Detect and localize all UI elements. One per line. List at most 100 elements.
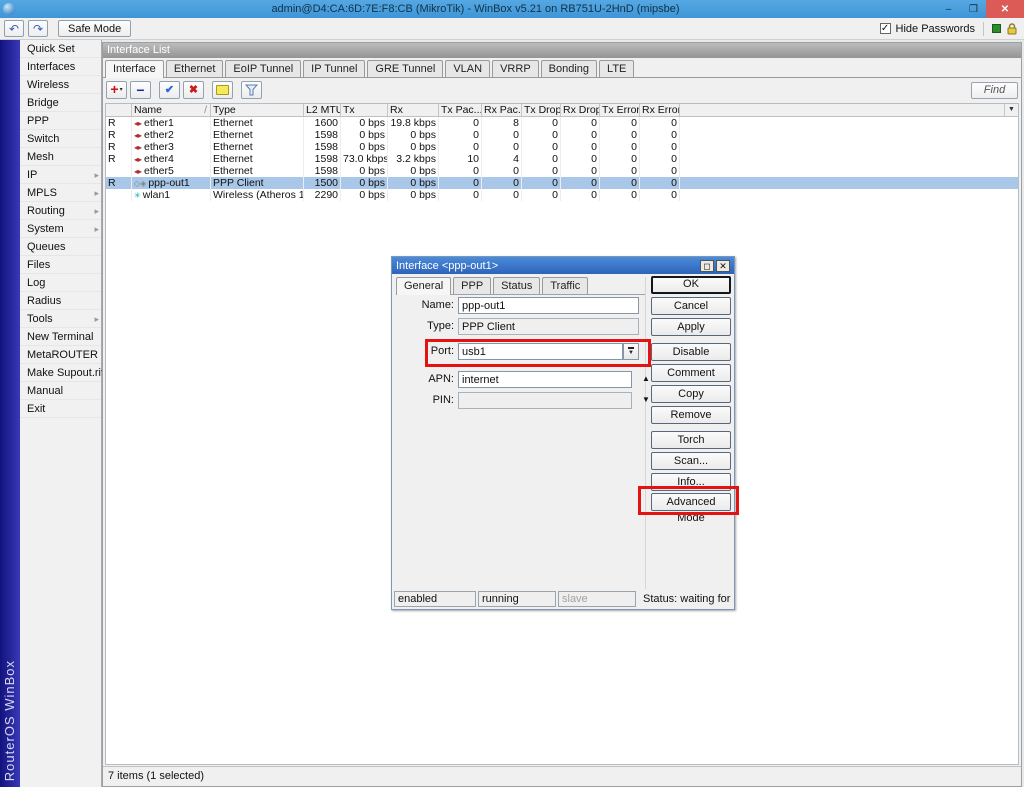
sidebar-item-routing[interactable]: Routing▸ <box>20 202 101 220</box>
undo-button[interactable]: ↶ <box>4 20 24 37</box>
disable-button[interactable]: ✖ <box>183 81 204 99</box>
sidebar-item-files[interactable]: Files <box>20 256 101 274</box>
table-row[interactable]: R◇◈ppp-out1PPP Client15000 bps0 bps00000… <box>106 177 1018 189</box>
comment-button[interactable]: Comment <box>651 364 731 382</box>
column-header-name[interactable]: Name/ <box>132 104 211 116</box>
row-value: 0 <box>561 129 600 141</box>
interface-name: ether1 <box>144 117 174 129</box>
dialog-close-button[interactable]: ✕ <box>716 260 730 272</box>
hide-passwords-checkbox[interactable]: ✓ <box>880 23 891 34</box>
row-value: 0 bps <box>388 189 439 201</box>
column-header-tx[interactable]: Tx <box>341 104 388 116</box>
flag-column-header[interactable] <box>106 104 132 116</box>
apply-button[interactable]: Apply <box>651 318 731 336</box>
find-button[interactable]: Find <box>971 82 1018 99</box>
advanced-mode-button[interactable]: Advanced Mode <box>651 493 731 511</box>
tab-vrrp[interactable]: VRRP <box>492 60 539 77</box>
close-button[interactable]: ✕ <box>986 0 1024 18</box>
dialog-tab-general[interactable]: General <box>396 277 451 295</box>
copy-button[interactable]: Copy <box>651 385 731 403</box>
sidebar-item-wireless[interactable]: Wireless <box>20 76 101 94</box>
tab-ip-tunnel[interactable]: IP Tunnel <box>303 60 365 77</box>
tab-bonding[interactable]: Bonding <box>541 60 597 77</box>
sidebar-item-ip[interactable]: IP▸ <box>20 166 101 184</box>
redo-icon: ↷ <box>33 23 43 35</box>
dialog-tab-traffic[interactable]: Traffic <box>542 277 588 294</box>
tab-ethernet[interactable]: Ethernet <box>166 60 224 77</box>
ok-button[interactable]: OK <box>651 276 731 294</box>
pin-input[interactable] <box>458 392 632 409</box>
sidebar-item-system[interactable]: System▸ <box>20 220 101 238</box>
safe-mode-button[interactable]: Safe Mode <box>58 20 131 37</box>
row-flag: R <box>106 153 132 165</box>
sidebar-item-manual[interactable]: Manual <box>20 382 101 400</box>
row-value: 0 <box>600 141 640 153</box>
column-header-l2-mtu[interactable]: L2 MTU <box>304 104 341 116</box>
sidebar-item-new-terminal[interactable]: New Terminal <box>20 328 101 346</box>
restore-button[interactable]: ❐ <box>961 0 986 18</box>
sidebar-item-log[interactable]: Log <box>20 274 101 292</box>
row-value: 0 <box>600 189 640 201</box>
comment-button[interactable] <box>212 81 233 99</box>
minimize-button[interactable]: – <box>936 0 961 18</box>
scan-button[interactable]: Scan... <box>651 452 731 470</box>
tab-interface[interactable]: Interface <box>105 60 164 78</box>
column-header-type[interactable]: Type <box>211 104 304 116</box>
apn-input[interactable] <box>458 371 632 388</box>
dialog-tab-status[interactable]: Status <box>493 277 540 294</box>
column-header-tx-pac[interactable]: Tx Pac... <box>439 104 482 116</box>
sidebar-item-metarouter[interactable]: MetaROUTER <box>20 346 101 364</box>
sidebar-item-mpls[interactable]: MPLS▸ <box>20 184 101 202</box>
table-row[interactable]: R◂▸ether4Ethernet159873.0 kbps3.2 kbps10… <box>106 153 1018 165</box>
table-row[interactable]: ◂▸ether5Ethernet15980 bps0 bps000000 <box>106 165 1018 177</box>
sidebar-item-quick-set[interactable]: Quick Set <box>20 40 101 58</box>
info-button[interactable]: Info... <box>651 473 731 491</box>
dialog-tab-ppp[interactable]: PPP <box>453 277 491 294</box>
cancel-button[interactable]: Cancel <box>651 297 731 315</box>
row-value: 0 bps <box>341 141 388 153</box>
tab-vlan[interactable]: VLAN <box>445 60 490 77</box>
torch-button[interactable]: Torch <box>651 431 731 449</box>
dialog-restore-button[interactable]: ◻ <box>700 260 714 272</box>
redo-button[interactable]: ↷ <box>28 20 48 37</box>
tab-gre-tunnel[interactable]: GRE Tunnel <box>367 60 443 77</box>
sidebar-item-radius[interactable]: Radius <box>20 292 101 310</box>
table-row[interactable]: R◂▸ether3Ethernet15980 bps0 bps000000 <box>106 141 1018 153</box>
column-chooser-button[interactable]: ▼ <box>1004 104 1018 116</box>
table-row[interactable]: R◂▸ether1Ethernet16000 bps19.8 kbps08000… <box>106 117 1018 129</box>
enable-button[interactable]: ✔ <box>159 81 180 99</box>
name-input[interactable] <box>458 297 639 314</box>
port-dropdown-input[interactable] <box>458 343 623 360</box>
sidebar-item-interfaces[interactable]: Interfaces <box>20 58 101 76</box>
add-button[interactable]: +▾ <box>106 81 127 99</box>
column-header-rx-pac[interactable]: Rx Pac... <box>482 104 522 116</box>
sidebar-item-queues[interactable]: Queues <box>20 238 101 256</box>
row-value: 0 <box>522 189 561 201</box>
interface-list-toolbar: +▾−✔✖ <box>103 78 1021 101</box>
sidebar-item-ppp[interactable]: PPP <box>20 112 101 130</box>
sidebar-item-mesh[interactable]: Mesh <box>20 148 101 166</box>
tab-lte[interactable]: LTE <box>599 60 634 77</box>
sidebar-item-tools[interactable]: Tools▸ <box>20 310 101 328</box>
sidebar-item-make-supout-rif[interactable]: Make Supout.rif <box>20 364 101 382</box>
table-row[interactable]: ✳wlan1Wireless (Atheros 11N)22900 bps0 b… <box>106 189 1018 201</box>
sidebar-item-label: Quick Set <box>27 43 75 55</box>
remove-button[interactable]: − <box>130 81 151 99</box>
column-header-rx-errors[interactable]: Rx Errors <box>640 104 680 116</box>
remove-button[interactable]: Remove <box>651 406 731 424</box>
sidebar-item-switch[interactable]: Switch <box>20 130 101 148</box>
tab-eoip-tunnel[interactable]: EoIP Tunnel <box>225 60 301 77</box>
column-header-rx-drops[interactable]: Rx Drops <box>561 104 600 116</box>
column-header-rx[interactable]: Rx <box>388 104 439 116</box>
column-header-tx-drops[interactable]: Tx Drops <box>522 104 561 116</box>
table-row[interactable]: R◂▸ether2Ethernet15980 bps0 bps000000 <box>106 129 1018 141</box>
disable-button[interactable]: Disable <box>651 343 731 361</box>
sidebar-item-bridge[interactable]: Bridge <box>20 94 101 112</box>
collapse-down-icon[interactable]: ▼ <box>642 396 650 404</box>
column-header-tx-errors[interactable]: Tx Errors <box>600 104 640 116</box>
port-dropdown-button[interactable]: ▼ <box>623 343 639 360</box>
filter-button[interactable] <box>241 81 262 99</box>
collapse-up-icon[interactable]: ▲ <box>642 375 650 383</box>
row-value: 0 <box>561 153 600 165</box>
sidebar-item-exit[interactable]: Exit <box>20 400 101 418</box>
